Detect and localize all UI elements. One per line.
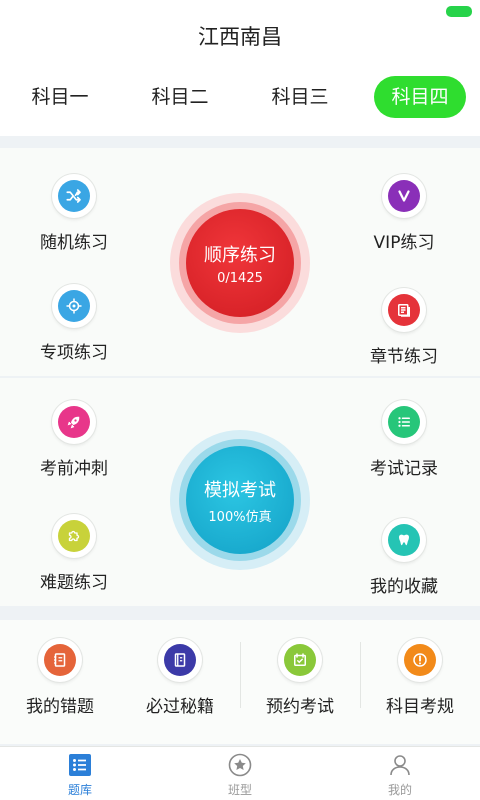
sequence-practice-title: 顺序练习: [204, 244, 276, 266]
tab-subject-1[interactable]: 科目一: [14, 76, 106, 118]
puzzle-icon: [58, 520, 90, 552]
sequence-practice-progress: 0/1425: [217, 270, 263, 286]
favorites-label: 我的收藏: [370, 577, 438, 597]
status-bar: [0, 0, 480, 20]
my-mistakes-label: 我的错题: [26, 697, 94, 717]
tab-subject-4[interactable]: 科目四: [374, 76, 466, 118]
bottom-nav: 题库 班型 我的: [0, 746, 480, 800]
nav-class-type-label: 班型: [227, 783, 252, 797]
hard-practice-label: 难题练习: [40, 573, 108, 593]
exam-rules-button[interactable]: 科目考规: [360, 638, 480, 717]
special-practice-button[interactable]: 专项练习: [14, 284, 134, 363]
chapter-practice-label: 章节练习: [370, 347, 438, 367]
exam-record-label: 考试记录: [370, 459, 438, 479]
alert-icon: [404, 644, 436, 676]
chapter-practice-button[interactable]: 章节练习: [344, 288, 464, 367]
sprint-button[interactable]: 考前冲刺: [14, 400, 134, 479]
mock-exam-button[interactable]: 模拟考试 100%仿真: [170, 430, 310, 570]
random-practice-button[interactable]: 随机练习: [14, 174, 134, 253]
notebook-icon: [44, 644, 76, 676]
special-practice-label: 专项练习: [40, 343, 108, 363]
exam-record-button[interactable]: 考试记录: [344, 400, 464, 479]
exam-rules-label: 科目考规: [386, 697, 454, 717]
header: 江西南昌: [0, 20, 480, 60]
list-icon: [69, 754, 91, 776]
tab-subject-2[interactable]: 科目二: [134, 76, 226, 118]
list-icon: [388, 406, 420, 438]
guidebook-icon: [164, 644, 196, 676]
favorites-button[interactable]: 我的收藏: [344, 518, 464, 597]
tooth-icon: [388, 524, 420, 556]
vip-practice-button[interactable]: VIP练习: [344, 174, 464, 253]
nav-question-bank-label: 题库: [67, 783, 92, 797]
page-title: 江西南昌: [198, 25, 282, 49]
subject-tabs: 科目一 科目二 科目三 科目四: [0, 60, 480, 136]
mock-exam-title: 模拟考试: [204, 479, 276, 501]
nav-mine[interactable]: 我的: [360, 753, 440, 798]
calendar-check-icon: [284, 644, 316, 676]
rocket-icon: [58, 406, 90, 438]
target-icon: [58, 290, 90, 322]
user-icon: [390, 755, 410, 776]
tab-subject-3[interactable]: 科目三: [254, 76, 346, 118]
nav-mine-label: 我的: [387, 783, 412, 797]
practice-panel: 随机练习 专项练习 VIP练习 章节练习 顺序练习 0/1425: [0, 148, 480, 376]
hard-practice-button[interactable]: 难题练习: [14, 514, 134, 593]
my-mistakes-button[interactable]: 我的错题: [0, 638, 120, 717]
mock-exam-subtitle: 100%仿真: [208, 509, 272, 525]
secrets-button[interactable]: 必过秘籍: [120, 638, 240, 717]
star-icon: [228, 753, 252, 777]
sprint-label: 考前冲刺: [40, 459, 108, 479]
vip-practice-label: VIP练习: [373, 233, 435, 253]
nav-class-type[interactable]: 班型: [200, 753, 280, 798]
exam-panel: 考前冲刺 难题练习 考试记录 我的收藏 模拟考试 100%仿真: [0, 378, 480, 606]
secrets-label: 必过秘籍: [146, 697, 214, 717]
tools-panel: 我的错题 必过秘籍 预约考试 科目考规: [0, 620, 480, 744]
book-icon: [388, 294, 420, 326]
vip-icon: [388, 180, 420, 212]
book-exam-button[interactable]: 预约考试: [240, 638, 360, 717]
random-practice-label: 随机练习: [40, 233, 108, 253]
nav-question-bank[interactable]: 题库: [40, 753, 120, 798]
sequence-practice-button[interactable]: 顺序练习 0/1425: [170, 193, 310, 333]
battery-icon: [446, 6, 472, 17]
shuffle-icon: [58, 180, 90, 212]
book-exam-label: 预约考试: [266, 697, 334, 717]
